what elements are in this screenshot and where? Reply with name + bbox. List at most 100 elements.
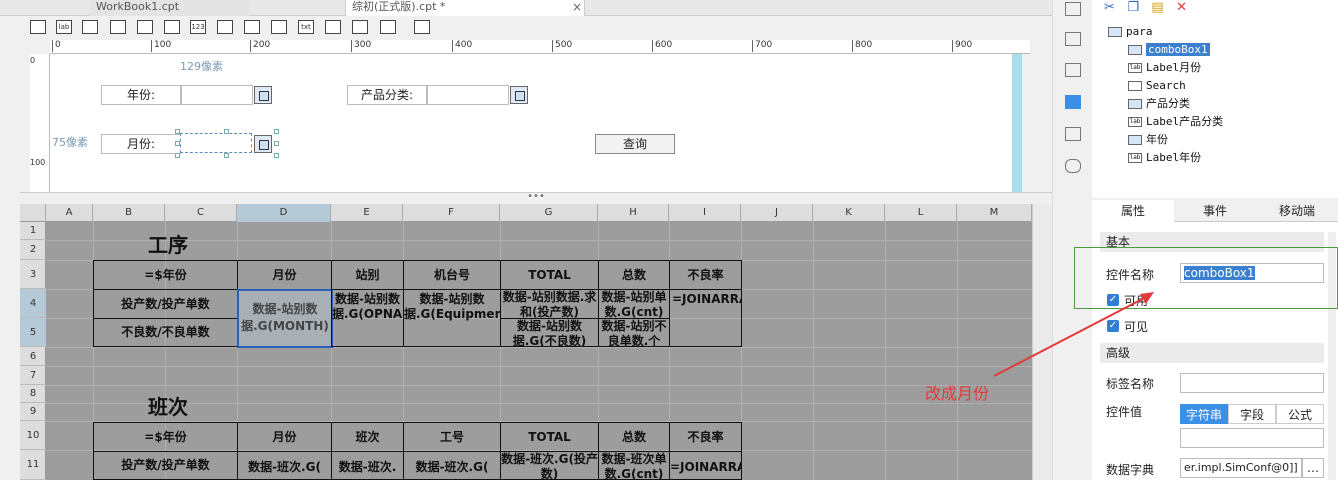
password-icon[interactable] — [325, 20, 341, 34]
row-header[interactable]: 1 — [20, 222, 46, 240]
tree-node-combobox1[interactable]: comboBox1 — [1128, 41, 1210, 59]
link-icon[interactable] — [1065, 159, 1081, 173]
tree-icon[interactable] — [271, 20, 287, 34]
row-header[interactable]: 6 — [20, 347, 46, 366]
layout-icon[interactable] — [1065, 2, 1081, 16]
textbox-icon[interactable] — [30, 20, 46, 34]
button-icon[interactable] — [82, 20, 98, 34]
cell-formula[interactable]: 数据-班次单数.G(cnt) — [598, 451, 670, 480]
cut-icon[interactable]: ✂ — [1104, 0, 1115, 15]
tree-node-label-category[interactable]: lab Label产品分类 — [1128, 113, 1223, 131]
close-tab-icon[interactable]: × — [572, 0, 582, 14]
resize-handle[interactable] — [175, 129, 180, 134]
textarea-icon[interactable]: txt — [298, 20, 314, 34]
column-header[interactable]: C — [165, 204, 237, 222]
row-header[interactable]: 5 — [20, 318, 46, 347]
row-header[interactable]: 3 — [20, 260, 46, 289]
value-type-field[interactable]: 字段 — [1228, 404, 1276, 424]
delete-icon[interactable]: ✕ — [1176, 0, 1187, 15]
form-boundary-bar[interactable] — [1012, 54, 1022, 192]
report-icon[interactable] — [414, 20, 430, 34]
row-header[interactable]: 7 — [20, 366, 46, 385]
month-combobox-selected[interactable] — [180, 133, 252, 153]
cell-header[interactable]: 总数 — [598, 422, 670, 452]
label-month[interactable]: 月份: — [101, 134, 181, 154]
cell-formula[interactable]: =JOINARRA — [669, 451, 742, 480]
tree-node-category[interactable]: 产品分类 — [1128, 95, 1190, 113]
tag-name-input[interactable] — [1180, 373, 1324, 393]
row-header[interactable]: 11 — [20, 450, 46, 480]
cell-formula[interactable]: 数据-站别数据.求和(投产数) — [500, 289, 599, 319]
cell-formula[interactable]: 数据-站别单数.G(cnt) — [598, 289, 670, 319]
cell-header[interactable]: 月份 — [237, 260, 332, 290]
column-header[interactable]: G — [500, 204, 598, 222]
cell-header[interactable]: 不良率 — [669, 260, 742, 290]
cell-label[interactable]: 不良数/不良单数 — [93, 318, 238, 347]
cell-header[interactable]: 不良率 — [669, 422, 742, 452]
column-header[interactable]: K — [813, 204, 885, 222]
cell-formula[interactable]: 数据-班次. — [331, 451, 404, 480]
table-icon[interactable] — [380, 20, 396, 34]
cell-formula[interactable]: 数据-站别不良单数.个 — [598, 318, 670, 347]
stack-icon[interactable] — [1065, 127, 1081, 141]
checkbox-group-icon[interactable] — [217, 20, 233, 34]
value-type-string[interactable]: 字符串 — [1180, 404, 1228, 424]
value-type-formula[interactable]: 公式 — [1276, 404, 1324, 424]
cell-header[interactable]: 机台号 — [403, 260, 501, 290]
widget-panel-icon[interactable] — [1065, 95, 1081, 109]
cell-label[interactable]: 投产数/投产单数 — [93, 451, 238, 480]
number-icon[interactable]: 123 — [190, 20, 206, 34]
tab-mobile[interactable]: 移动端 — [1256, 200, 1338, 222]
tree-node-search[interactable]: Search — [1128, 77, 1186, 95]
resize-handle[interactable] — [274, 141, 279, 146]
resize-handle[interactable] — [175, 153, 180, 158]
cell-formula[interactable]: =JOINARRAY( — [669, 289, 742, 347]
widget-value-input[interactable] — [1180, 428, 1324, 448]
column-header[interactable]: M — [957, 204, 1032, 222]
label-year[interactable]: 年份: — [101, 85, 181, 105]
row-header[interactable]: 4 — [20, 289, 46, 318]
cell-label[interactable]: 投产数/投产单数 — [93, 289, 238, 319]
label-category[interactable]: 产品分类: — [347, 85, 427, 105]
column-header[interactable]: L — [885, 204, 957, 222]
resize-handle[interactable] — [224, 129, 229, 134]
row-header[interactable]: 2 — [20, 240, 46, 260]
cell-header[interactable]: 月份 — [237, 422, 332, 452]
tab-properties[interactable]: 属性 — [1092, 200, 1174, 222]
resize-handle[interactable] — [175, 141, 180, 146]
tree-node-label-month[interactable]: lab Label月份 — [1128, 59, 1201, 77]
label-icon[interactable]: lab — [56, 20, 72, 34]
year-combobox[interactable] — [181, 85, 253, 105]
row-header[interactable]: 9 — [20, 403, 46, 421]
query-button[interactable]: 查询 — [595, 134, 675, 154]
resize-handle[interactable] — [274, 129, 279, 134]
cell-header[interactable]: 工号 — [403, 422, 501, 452]
tree-node-year[interactable]: 年份 — [1128, 131, 1168, 149]
combobox-icon[interactable] — [110, 20, 126, 34]
row-header[interactable]: 8 — [20, 385, 46, 403]
info-icon[interactable] — [1065, 32, 1081, 46]
cell-header[interactable]: 总数 — [598, 260, 670, 290]
column-header[interactable]: B — [93, 204, 165, 222]
resize-handle[interactable] — [274, 153, 279, 158]
copy-icon[interactable]: ❐ — [1127, 0, 1139, 15]
cell-header[interactable]: TOTAL — [500, 422, 599, 452]
tag-icon[interactable] — [352, 20, 368, 34]
tab-events[interactable]: 事件 — [1174, 200, 1256, 222]
date-icon[interactable] — [164, 20, 180, 34]
cell-header[interactable]: 班次 — [331, 422, 404, 452]
parameter-form-canvas[interactable]: 129像素 75像素 年份: 产品分类: 月份: — [50, 54, 1012, 192]
paste-icon[interactable]: ▤ — [1151, 0, 1163, 15]
year-dropdown-icon[interactable] — [254, 86, 272, 104]
cell-header[interactable]: 站别 — [331, 260, 404, 290]
cell-header[interactable]: =$年份 — [93, 260, 238, 290]
crop-icon[interactable] — [1065, 63, 1081, 77]
column-header[interactable]: J — [741, 204, 813, 222]
column-header[interactable]: F — [403, 204, 500, 222]
column-header[interactable]: I — [669, 204, 741, 222]
column-header[interactable]: A — [46, 204, 93, 222]
column-header[interactable]: E — [331, 204, 403, 222]
tab-workbook1[interactable]: WorkBook1.cpt — [90, 0, 250, 16]
row-header[interactable]: 10 — [20, 421, 46, 450]
data-dictionary-input[interactable]: er.impl.SimConf@0]] — [1180, 458, 1302, 478]
